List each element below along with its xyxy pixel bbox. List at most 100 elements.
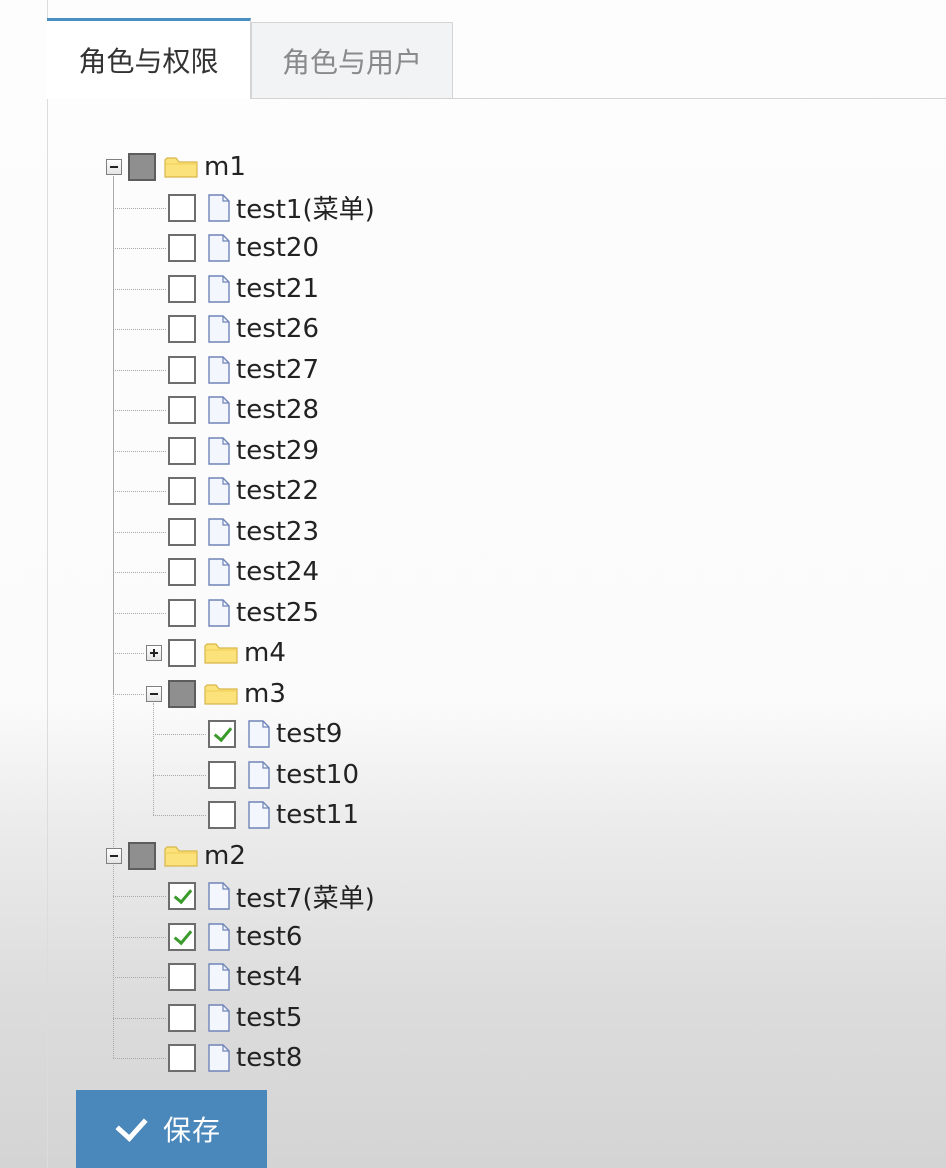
tree-node-label[interactable]: test5 xyxy=(236,1003,302,1033)
tree-leaf-node: test22 xyxy=(168,471,319,511)
collapse-toggle-icon[interactable] xyxy=(106,847,122,864)
collapse-toggle-icon[interactable] xyxy=(146,685,162,702)
tree-checkbox[interactable] xyxy=(168,274,196,303)
tree-connector xyxy=(113,531,166,533)
tree-checkbox[interactable] xyxy=(168,436,196,465)
save-button-label: 保存 xyxy=(162,1114,221,1147)
tree-connector xyxy=(153,815,206,816)
tree-node-label[interactable]: test9 xyxy=(276,719,342,749)
tree-checkbox[interactable] xyxy=(168,558,196,586)
tree-node-label[interactable]: test20 xyxy=(236,233,319,263)
tree-checkbox[interactable] xyxy=(128,841,156,870)
tree-connector xyxy=(113,1017,166,1019)
tree-leaf-node: test9 xyxy=(208,714,342,754)
tree-node-label[interactable]: test22 xyxy=(236,476,319,506)
tree-leaf-node: test28 xyxy=(168,390,319,430)
tree-checkbox[interactable] xyxy=(168,315,196,343)
tree-checkbox[interactable] xyxy=(168,396,196,424)
tree-node-label[interactable]: test21 xyxy=(236,274,319,304)
tree-leaf-node: test4 xyxy=(168,957,302,997)
tree-checkbox[interactable] xyxy=(168,234,196,262)
tree-checkbox[interactable] xyxy=(208,720,236,748)
file-icon xyxy=(208,355,230,384)
tree-node-label[interactable]: test26 xyxy=(236,314,319,344)
tree-connector xyxy=(113,977,166,978)
tree-leaf-node: test1(菜单) xyxy=(168,188,375,228)
tree-connector xyxy=(113,176,114,847)
tree-connector xyxy=(113,248,166,249)
tree-connector xyxy=(153,774,206,776)
tree-node-label[interactable]: test6 xyxy=(236,922,302,952)
tree-connector xyxy=(113,936,166,938)
expand-toggle-icon[interactable] xyxy=(146,645,162,661)
tree-node-label[interactable]: test8 xyxy=(236,1043,302,1073)
tree-leaf-node: test21 xyxy=(168,269,319,309)
save-button[interactable]: 保存 xyxy=(76,1090,267,1168)
file-icon xyxy=(208,436,230,465)
tree-node-label[interactable]: m4 xyxy=(244,638,286,668)
check-icon xyxy=(115,1108,148,1142)
tree-node-label[interactable]: test23 xyxy=(236,517,319,547)
tree-node-label[interactable]: test7(菜单) xyxy=(236,878,375,915)
tree-leaf-node: test27 xyxy=(168,350,319,390)
file-icon xyxy=(208,193,230,222)
tree-checkbox[interactable] xyxy=(128,153,156,181)
tree-node-label[interactable]: test24 xyxy=(236,557,319,587)
tree-node-label[interactable]: m3 xyxy=(244,679,286,709)
tree-folder-node: m1 xyxy=(106,147,246,187)
collapse-toggle-icon[interactable] xyxy=(106,159,122,175)
tree-connector xyxy=(113,572,166,573)
tree-connector xyxy=(113,207,166,209)
tree-connector xyxy=(113,450,166,452)
tree-checkbox[interactable] xyxy=(168,598,196,627)
file-icon xyxy=(248,720,270,748)
file-icon xyxy=(208,558,230,586)
tree-checkbox[interactable] xyxy=(168,355,196,384)
tree-folder-node: m2 xyxy=(106,836,246,876)
file-icon xyxy=(208,274,230,303)
tab-label: 角色与用户 xyxy=(281,45,422,79)
tree-checkbox[interactable] xyxy=(208,801,236,829)
tree-leaf-node: test6 xyxy=(168,917,302,957)
tree-connector xyxy=(113,693,144,695)
file-icon xyxy=(208,234,230,262)
file-icon xyxy=(248,760,270,789)
tree-node-label[interactable]: test4 xyxy=(236,962,302,992)
tree-checkbox[interactable] xyxy=(168,517,196,546)
tree-checkbox[interactable] xyxy=(168,963,196,991)
tree-checkbox[interactable] xyxy=(168,882,196,910)
tree-leaf-node: test24 xyxy=(168,552,319,592)
tree-node-label[interactable]: test25 xyxy=(236,598,319,628)
tree-checkbox[interactable] xyxy=(168,477,196,505)
tree-connector xyxy=(113,1058,166,1059)
file-icon xyxy=(208,477,230,505)
tree-node-label[interactable]: test1(菜单) xyxy=(236,189,375,226)
file-icon xyxy=(208,598,230,627)
file-icon xyxy=(208,517,230,546)
tree-checkbox[interactable] xyxy=(168,922,196,951)
tree-checkbox[interactable] xyxy=(168,193,196,222)
tab-bar: 角色与权限 角色与用户 xyxy=(47,18,946,99)
tree-checkbox[interactable] xyxy=(208,760,236,789)
tree-connector xyxy=(113,864,114,1058)
tree-node-label[interactable]: test11 xyxy=(276,800,359,830)
tree-node-label[interactable]: m2 xyxy=(204,841,246,871)
tree-node-label[interactable]: test29 xyxy=(236,436,319,466)
tree-checkbox[interactable] xyxy=(168,1044,196,1072)
file-icon xyxy=(248,801,270,829)
tab-role-users[interactable]: 角色与用户 xyxy=(251,22,453,98)
tree-connector xyxy=(153,702,154,815)
tree-connector xyxy=(113,329,166,330)
tab-role-permissions[interactable]: 角色与权限 xyxy=(47,18,251,99)
tree-checkbox[interactable] xyxy=(168,1003,196,1032)
tree-node-label[interactable]: test27 xyxy=(236,355,319,385)
tree-checkbox[interactable] xyxy=(168,639,196,667)
tree-leaf-node: test5 xyxy=(168,998,302,1038)
tree-node-label[interactable]: test10 xyxy=(276,760,359,790)
tree-node-label[interactable]: m1 xyxy=(204,152,246,182)
tree-node-label[interactable]: test28 xyxy=(236,395,319,425)
tree-connector xyxy=(113,410,166,411)
tree-leaf-node: test7(菜单) xyxy=(168,876,375,916)
tree-checkbox[interactable] xyxy=(168,679,196,708)
tree-leaf-node: test10 xyxy=(208,755,359,795)
